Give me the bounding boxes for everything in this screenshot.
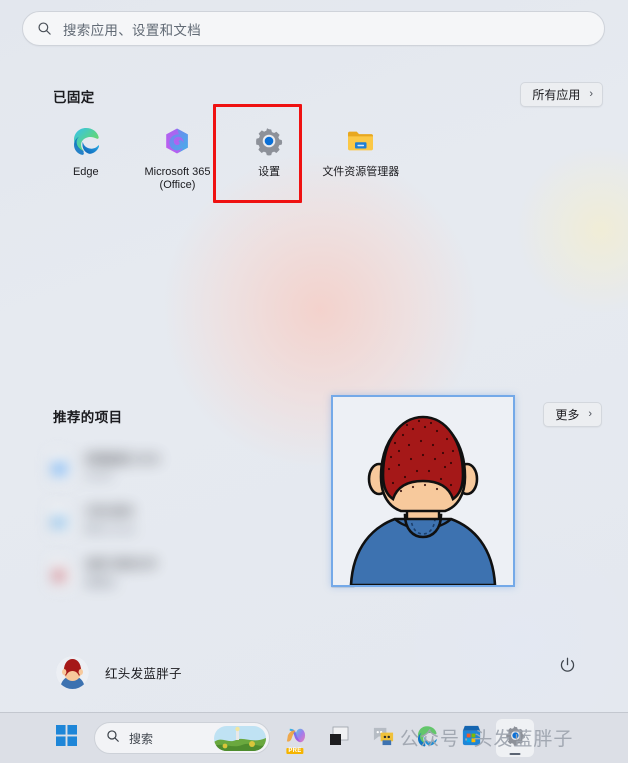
taskbar-item-task-view[interactable] <box>320 719 358 757</box>
taskbar-active-indicator <box>509 752 521 755</box>
list-item[interactable]: 屏幕截图 2024 10:26 <box>40 440 314 493</box>
start-search-placeholder: 搜索应用、设置和文档 <box>63 22 201 38</box>
list-item[interactable]: 文档 副本 昨天 15:42 <box>40 493 314 546</box>
settings-gear-icon <box>252 124 286 158</box>
list-item-text: 录屏 视频文件 星期五 <box>85 556 157 590</box>
pinned-app-label: 设置 <box>258 166 281 178</box>
pasted-avatar-image[interactable] <box>331 395 515 587</box>
power-button[interactable] <box>554 655 580 681</box>
pinned-app-empty-slot <box>407 112 499 198</box>
image-file-icon <box>48 452 74 482</box>
more-label: 更多 <box>555 408 580 422</box>
pinned-app-microsoft-365[interactable]: Microsoft 365 (Office) <box>132 112 224 198</box>
start-button[interactable] <box>47 719 85 757</box>
taskbar-search-input[interactable]: 搜索 <box>94 722 270 754</box>
windows-logo-icon <box>55 725 77 751</box>
list-item-name: 录屏 视频文件 <box>85 559 158 572</box>
power-icon <box>559 657 576 679</box>
edge-icon <box>415 724 439 753</box>
taskbar-item-chat[interactable] <box>364 719 402 757</box>
user-name-label: 红头发蓝胖子 <box>105 667 182 681</box>
taskbar-item-microsoft-store[interactable] <box>452 719 490 757</box>
list-item-sub: 10:26 <box>85 470 112 483</box>
file-explorer-folder-icon <box>344 124 378 158</box>
list-item-name: 屏幕截图 2024 <box>85 454 160 467</box>
pinned-app-settings[interactable]: 设置 <box>223 112 315 198</box>
settings-gear-icon <box>504 724 527 752</box>
microsoft-365-icon <box>160 124 194 158</box>
all-apps-label: 所有应用 <box>532 88 581 102</box>
list-item-sub: 昨天 15:42 <box>85 523 136 536</box>
taskbar-search-placeholder: 搜索 <box>129 731 154 746</box>
pinned-app-label: Edge <box>72 166 99 178</box>
chevron-right-icon: › <box>588 408 592 420</box>
copilot-preview-badge: PRE <box>286 748 304 754</box>
landscape-thumbnail[interactable] <box>214 725 266 751</box>
list-item-name: 文档 副本 <box>85 505 135 518</box>
pinned-section-title: 已固定 <box>53 90 95 105</box>
list-item-sub: 星期五 <box>85 577 117 590</box>
microsoft-store-icon <box>460 724 483 752</box>
taskbar-item-copilot[interactable]: PRE <box>276 719 314 757</box>
video-file-icon <box>48 558 74 588</box>
windows-start-menu-screen: 搜索应用、设置和文档 已固定 所有应用 › Edge Microsoft 365… <box>0 0 628 763</box>
all-apps-button[interactable]: 所有应用 › <box>520 82 603 107</box>
edge-icon <box>69 124 103 158</box>
pinned-app-label: Microsoft 365 (Office) <box>144 166 211 191</box>
list-item[interactable]: 录屏 视频文件 星期五 <box>40 547 314 600</box>
avatar <box>56 656 89 689</box>
word-file-icon <box>48 505 74 535</box>
chevron-right-icon: › <box>589 88 593 100</box>
list-item-text: 屏幕截图 2024 10:26 <box>85 451 160 482</box>
start-menu-panel: 搜索应用、设置和文档 已固定 所有应用 › Edge Microsoft 365… <box>0 0 628 712</box>
more-button[interactable]: 更多 › <box>543 402 602 427</box>
search-icon <box>106 729 120 748</box>
task-view-icon <box>328 725 350 752</box>
recommended-section-title: 推荐的项目 <box>53 410 123 425</box>
user-account-button[interactable]: 红头发蓝胖子 <box>46 650 192 695</box>
start-search-input[interactable]: 搜索应用、设置和文档 <box>22 11 605 46</box>
pinned-app-edge[interactable]: Edge <box>40 112 132 198</box>
search-icon <box>37 21 52 36</box>
pinned-app-label: 文件资源管理器 <box>322 166 400 178</box>
taskbar-item-settings[interactable] <box>496 719 534 757</box>
pinned-app-empty-slot <box>498 112 590 198</box>
taskbar-item-edge[interactable] <box>408 719 446 757</box>
list-item-text: 文档 副本 昨天 15:42 <box>85 503 135 537</box>
pinned-app-file-explorer[interactable]: 文件资源管理器 <box>315 112 407 198</box>
chat-icon <box>372 724 395 752</box>
taskbar: 搜索 PRE <box>0 712 628 763</box>
pinned-apps-grid: Edge Microsoft 365 (Office) 设置 文件资源管理器 <box>40 112 590 198</box>
